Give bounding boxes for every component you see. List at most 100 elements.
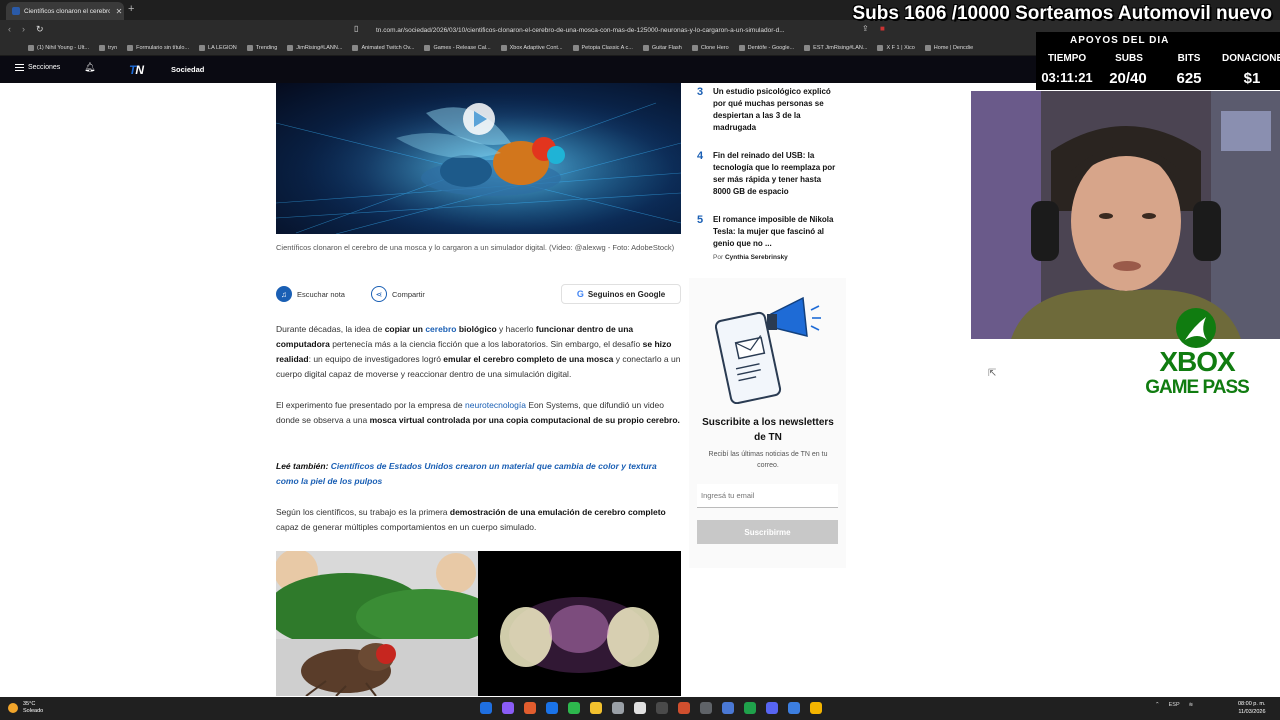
game-pass-label: GAME PASS — [1145, 377, 1250, 398]
taskbar-app-icon[interactable] — [590, 702, 602, 714]
bookmark-favicon-icon — [877, 44, 884, 51]
url-text: tn.com.ar/sociedad/2026/03/10/cientifico… — [376, 26, 785, 34]
bookmark-item[interactable]: Petopia Classic A c... — [572, 44, 633, 51]
taskbar-app-icon[interactable] — [502, 702, 514, 714]
xbox-sphere-icon — [1177, 309, 1215, 347]
paragraph-2: El experimento fue presentado por la emp… — [276, 400, 680, 425]
bookmark-item[interactable]: (1) Nihil Young - Ult... — [28, 44, 89, 51]
taskbar-app-icon[interactable] — [568, 702, 580, 714]
rank-headline-link[interactable]: Un estudio psicológico explicó por qué m… — [713, 86, 838, 134]
rank-number: 3 — [697, 86, 704, 98]
bookmark-item[interactable]: Xbox Adaptive Cont... — [500, 44, 563, 51]
stat-header-donations: DONACIONES — [1222, 53, 1280, 64]
bookmark-item[interactable]: Guitar Flash — [642, 44, 682, 51]
author-name[interactable]: Cynthia Serebrinsky — [725, 254, 788, 261]
bell-icon[interactable]: 🔔︎ — [84, 62, 95, 73]
paragraph-3: Según los científicos, su trabajo es la … — [276, 507, 666, 532]
reload-icon[interactable]: ↻ — [36, 24, 44, 35]
taskbar-clock[interactable]: 08:00 p. m. 11/03/2026 — [1238, 700, 1266, 716]
streamer-webcam-image — [971, 91, 1280, 339]
bookmark-item[interactable]: LA LEGION — [199, 44, 237, 51]
hero-video[interactable] — [276, 83, 681, 234]
bookmark-favicon-icon — [924, 44, 931, 51]
rank-headline-link[interactable]: El romance imposible de Nikola Tesla: la… — [713, 214, 838, 250]
bookmark-item[interactable]: Trending — [246, 44, 277, 51]
wifi-icon[interactable]: ≋ — [1189, 702, 1194, 708]
taskbar-app-icon[interactable] — [766, 702, 778, 714]
close-tab-icon[interactable]: ✕ — [114, 7, 124, 16]
bookmark-page-icon[interactable]: ▯ — [354, 24, 358, 33]
taskbar-app-icon[interactable] — [656, 702, 668, 714]
bookmark-favicon-icon — [199, 44, 206, 51]
back-icon[interactable]: ‹ — [8, 24, 11, 34]
paragraph-1: Durante décadas, la idea de copiar un ce… — [276, 324, 681, 379]
tn-favicon-icon — [12, 7, 20, 15]
mouse-cursor-icon: ⇱ — [988, 368, 997, 379]
taskbar-app-icon[interactable] — [612, 702, 624, 714]
neurotecnologia-link[interactable]: neurotecnología — [465, 400, 526, 410]
phone-megaphone-icon — [714, 296, 821, 405]
streamer-webcam — [971, 91, 1280, 339]
taskbar-app-icon[interactable] — [480, 702, 492, 714]
bookmark-item[interactable]: Clone Hero — [691, 44, 729, 51]
section-title[interactable]: Sociedad — [171, 65, 204, 74]
taskbar-app-icon[interactable] — [788, 702, 800, 714]
tab-title: Científicos clonaron el cerebro d — [24, 7, 110, 15]
sections-menu-button[interactable]: Secciones — [15, 64, 60, 71]
clock-date: 11/03/2026 — [1238, 709, 1266, 715]
share-page-icon[interactable]: ⇪ — [862, 24, 869, 33]
read-also-link[interactable]: Científicos de Estados Unidos crearon un… — [276, 461, 657, 486]
bookmark-favicon-icon — [500, 44, 507, 51]
share-button[interactable]: ⋖ Compartir — [371, 286, 425, 302]
taskbar-app-icon[interactable] — [678, 702, 690, 714]
weather-condition: Soleado — [23, 708, 44, 714]
listen-button[interactable]: ♫ Escuchar nota — [276, 286, 345, 302]
simulation-image[interactable] — [276, 551, 681, 696]
bookmark-favicon-icon — [738, 44, 745, 51]
forward-icon[interactable]: › — [22, 24, 25, 34]
taskbar-app-icon[interactable] — [634, 702, 646, 714]
bookmark-item[interactable]: JimRising#LANN... — [287, 44, 342, 51]
follow-google-button[interactable]: G Seguinos en Google — [561, 284, 681, 304]
bookmark-item[interactable]: Games - Release Cal... — [424, 44, 491, 51]
language-indicator[interactable]: ESP — [1169, 702, 1180, 708]
bookmark-favicon-icon — [28, 44, 34, 51]
email-input[interactable] — [697, 484, 838, 508]
bookmark-item[interactable]: Formulario sin título... — [127, 44, 189, 51]
taskbar-app-icon[interactable] — [744, 702, 756, 714]
system-tray[interactable]: ⌃ ESP ≋ — [1155, 702, 1193, 708]
xbox-logo-icon — [1176, 308, 1216, 348]
sun-icon — [8, 703, 18, 713]
taskbar-app-icon[interactable] — [700, 702, 712, 714]
cerebro-link[interactable]: cerebro — [425, 324, 456, 334]
stat-header-time: TIEMPO — [1047, 53, 1087, 64]
bookmark-item[interactable]: X F 1 | Xico — [877, 44, 915, 51]
taskbar-app-icon[interactable] — [524, 702, 536, 714]
clock-time: 08:00 p. m. — [1238, 701, 1266, 707]
bookmark-item[interactable]: EST JimRising#LAN... — [804, 44, 867, 51]
taskbar-app-icon[interactable] — [810, 702, 822, 714]
rank-number: 5 — [697, 214, 704, 226]
taskbar-app-icon[interactable] — [546, 702, 558, 714]
sections-label: Secciones — [28, 64, 61, 71]
tn-logo[interactable]: TN — [129, 63, 144, 77]
bookmark-item[interactable]: tryn — [98, 44, 117, 51]
apoyos-title: APOYOS DEL DIA — [1070, 35, 1170, 46]
bookmark-item[interactable]: Dentófe - Google... — [738, 44, 794, 51]
new-tab-button[interactable]: + — [128, 3, 134, 15]
listen-label: Escuchar nota — [297, 289, 345, 299]
bookmark-favicon-icon — [287, 44, 294, 51]
weather-widget[interactable]: 35°C Soleado — [8, 701, 43, 715]
extension-icon[interactable]: ■ — [880, 24, 885, 33]
bookmark-item[interactable]: Home | Dencdie — [924, 44, 973, 51]
subscribe-button[interactable]: Suscribirme — [697, 520, 838, 544]
tray-expand-icon[interactable]: ⌃ — [1155, 702, 1160, 708]
bookmark-item[interactable]: Animated Twitch Ov... — [352, 44, 414, 51]
browser-tab-active[interactable]: Científicos clonaron el cerebro d ✕ — [6, 2, 124, 20]
rank-headline-link[interactable]: Fin del reinado del USB: la tecnología q… — [713, 150, 838, 198]
headphones-icon: ♫ — [276, 286, 292, 302]
read-also-paragraph: Leé también: Científicos de Estados Unid… — [276, 461, 657, 486]
logo-n: N — [135, 63, 144, 77]
bookmark-favicon-icon — [572, 44, 579, 51]
taskbar-app-icon[interactable] — [722, 702, 734, 714]
